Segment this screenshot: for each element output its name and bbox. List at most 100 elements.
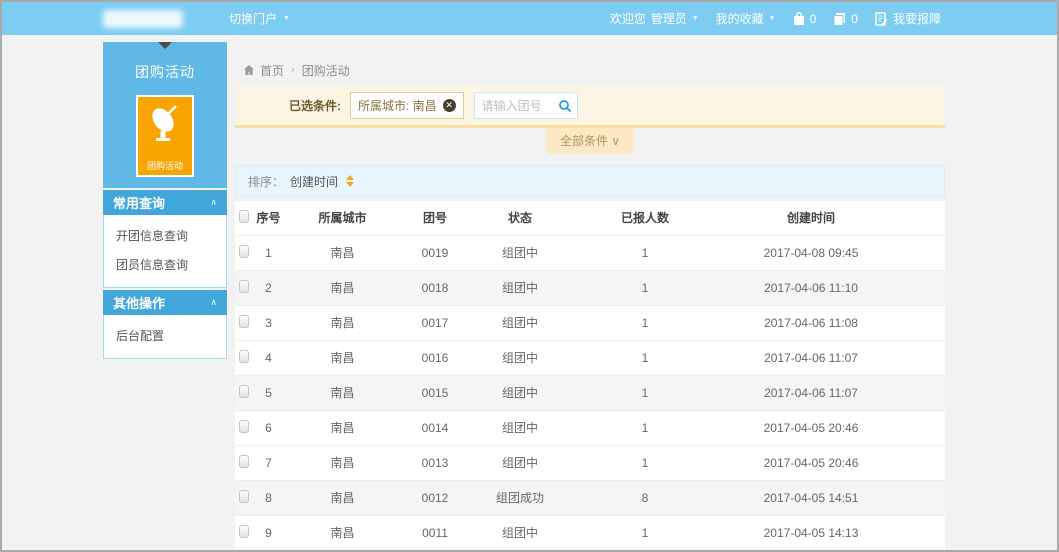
column-header-city: 所属城市 [285,201,400,235]
table-row[interactable]: 6 南昌 0014 组团中 1 2017-04-05 20:46 [235,409,945,445]
logo [103,9,183,28]
section-title: 其他操作 [113,296,166,311]
cart-badge[interactable]: 0 [793,11,817,26]
cell-city: 南昌 [285,304,400,340]
group-number-search [473,92,578,119]
cell-status: 组团中 [470,304,570,340]
row-checkbox[interactable] [238,279,249,293]
search-input[interactable] [479,97,558,114]
favorites-menu[interactable]: 我的收藏 ▼ [716,10,776,27]
filter-bar: 已选条件: 所属城市: 南昌 ✕ [235,86,945,128]
app-window: 切换门户 ▼ 欢迎您 管理员 ▼ 我的收藏 ▼ 0 0 我要报障 团购活动 团购… [0,0,1059,552]
sidebar-section-other-ops[interactable]: 其他操作 ∧ [103,290,227,315]
cell-index: 2 [252,269,285,305]
sidebar-hero: 团购活动 团购活动 [103,42,227,188]
cell-city: 南昌 [285,444,400,480]
row-checkbox[interactable] [238,524,249,538]
top-bar: 切换门户 ▼ 欢迎您 管理员 ▼ 我的收藏 ▼ 0 0 我要报障 [2,2,1057,35]
cell-members: 8 [570,479,720,515]
row-checkbox[interactable] [238,384,249,398]
section-title: 常用查询 [113,196,166,211]
breadcrumb-home[interactable]: 首页 [260,62,284,79]
message-badge[interactable]: 0 [833,12,858,26]
clipboard-pencil-icon [875,11,888,26]
table-row[interactable]: 8 南昌 0012 组团成功 8 2017-04-05 14:51 [235,479,945,515]
app-icon-card[interactable]: 团购活动 [136,95,194,177]
table-row[interactable]: 9 南昌 0011 组团中 1 2017-04-05 14:13 [235,514,945,550]
table-row[interactable]: 1 南昌 0019 组团中 1 2017-04-08 09:45 [235,234,945,270]
chevron-down-icon: ▼ [691,15,699,22]
chevron-down-icon: ▼ [283,15,290,22]
cell-index: 6 [252,409,285,445]
top-bar-right: 欢迎您 管理员 ▼ 我的收藏 ▼ 0 0 我要报障 [610,10,941,27]
cell-city: 南昌 [285,409,400,445]
chevron-up-icon: ∧ [210,297,217,307]
sidebar: 团购活动 团购活动 常用查询 ∧ 开团信息查询 团员信息查询 其他操作 ∧ 后台… [103,42,227,359]
welcome-label: 欢迎您 [609,12,646,26]
table-row[interactable]: 7 南昌 0013 组团中 1 2017-04-05 20:46 [235,444,945,480]
column-header-members: 已报人数 [570,201,720,235]
cart-count: 0 [809,11,817,26]
user-menu[interactable]: 欢迎您 管理员 ▼ [610,10,699,27]
column-header-index: 序号 [252,201,285,235]
table-row[interactable]: 3 南昌 0017 组团中 1 2017-04-06 11:08 [235,304,945,340]
active-portal-notch-icon [158,42,172,49]
cell-created: 2017-04-08 09:45 [720,234,945,270]
favorites-label: 我的收藏 [715,12,764,26]
cell-group-no: 0012 [400,479,470,515]
column-header-group-no: 团号 [400,201,470,235]
row-checkbox[interactable] [238,314,249,328]
username-label: 管理员 [650,12,687,26]
table-row[interactable]: 2 南昌 0018 组团中 1 2017-04-06 11:10 [235,269,945,305]
home-icon [244,65,254,75]
sidebar-item-member-info-query[interactable]: 团员信息查询 [104,250,226,279]
portal-switch-menu[interactable]: 切换门户 ▼ [229,10,290,27]
breadcrumb-current: 团购活动 [301,63,350,78]
cell-index: 9 [252,514,285,550]
cell-group-no: 0015 [400,374,470,410]
cell-city: 南昌 [285,374,400,410]
cell-city: 南昌 [285,269,400,305]
cell-members: 1 [570,374,720,410]
app-card-label: 团购活动 [146,161,183,171]
cell-created: 2017-04-05 14:13 [720,514,945,550]
table-row[interactable]: 4 南昌 0016 组团中 1 2017-04-06 11:07 [235,339,945,375]
sort-field-created-time[interactable]: 创建时间 [290,173,338,190]
cell-created: 2017-04-05 20:46 [720,409,945,445]
sidebar-item-backend-config[interactable]: 后台配置 [104,321,226,350]
row-checkbox[interactable] [238,454,249,468]
cell-city: 南昌 [285,479,400,515]
cell-group-no: 0016 [400,339,470,375]
search-icon[interactable] [558,99,572,113]
row-checkbox[interactable] [238,419,249,433]
cell-status: 组团中 [470,444,570,480]
close-icon[interactable]: ✕ [442,99,456,112]
cell-members: 1 [570,304,720,340]
cell-status: 组团中 [470,234,570,270]
cell-members: 1 [570,514,720,550]
table-row[interactable]: 5 南昌 0015 组团中 1 2017-04-06 11:07 [235,374,945,410]
cell-city: 南昌 [285,339,400,375]
table-header-row: 序号 所属城市 团号 状态 已报人数 创建时间 [235,201,945,235]
cell-group-no: 0014 [400,409,470,445]
table-body: 1 南昌 0019 组团中 1 2017-04-08 09:45 2 南昌 00… [235,234,945,550]
row-checkbox[interactable] [238,349,249,363]
row-checkbox[interactable] [238,244,249,258]
breadcrumb-separator: › [291,64,295,76]
cell-created: 2017-04-06 11:10 [720,269,945,305]
column-header-created: 创建时间 [720,201,945,235]
select-all-checkbox[interactable] [238,209,249,223]
sidebar-item-open-group-query[interactable]: 开团信息查询 [104,221,226,250]
cell-status: 组团成功 [470,479,570,515]
report-issue-label: 我要报障 [892,12,941,26]
sidebar-section-common-queries[interactable]: 常用查询 ∧ [103,190,227,215]
row-checkbox[interactable] [238,489,249,503]
sort-direction-icon[interactable] [346,175,355,187]
all-conditions-toggle[interactable]: 全部条件 ∨ [546,128,634,154]
cell-index: 3 [252,304,285,340]
bag-icon [793,11,805,26]
city-filter-tag: 所属城市: 南昌 ✕ [350,92,464,119]
report-issue-link[interactable]: 我要报障 [875,10,941,27]
cell-group-no: 0018 [400,269,470,305]
cell-status: 组团中 [470,269,570,305]
